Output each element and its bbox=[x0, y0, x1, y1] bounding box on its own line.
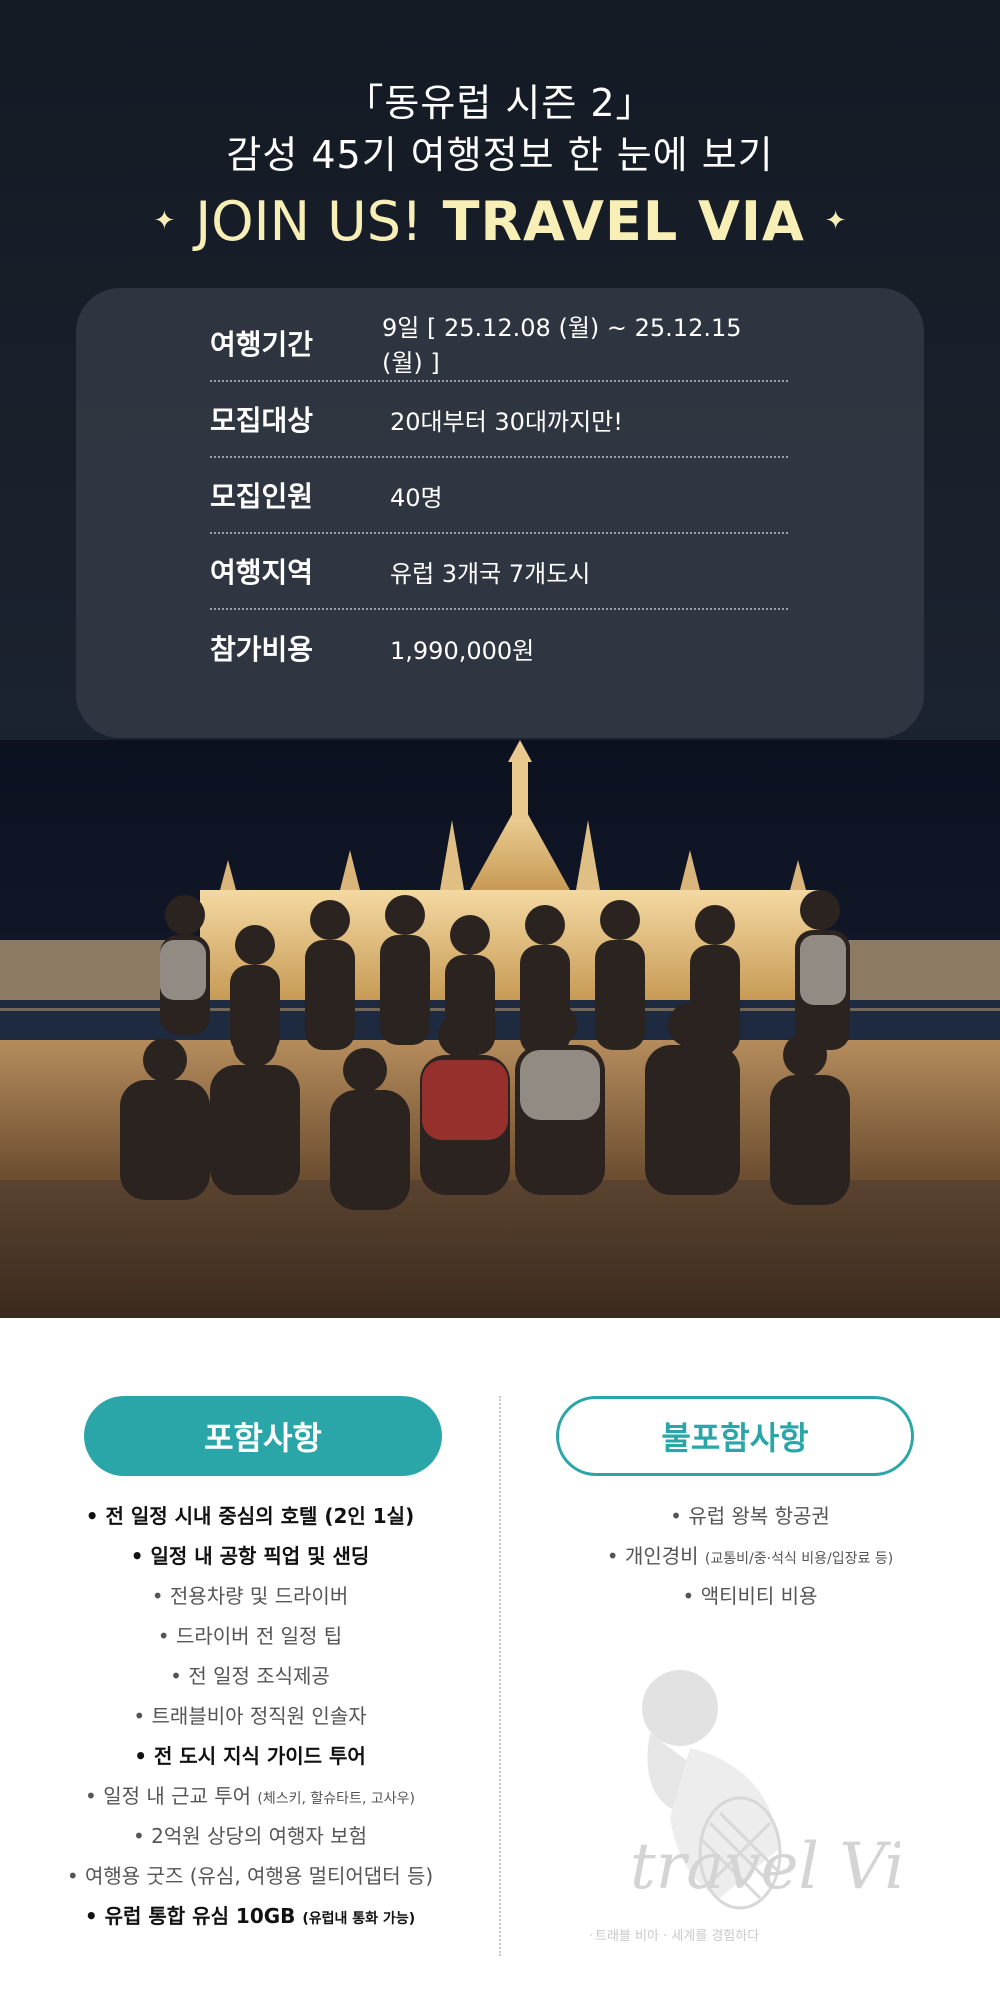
included-item: 여행용 굿즈 (유심, 여행용 멀티어댑터 등) bbox=[0, 1856, 500, 1896]
excluded-item: 유럽 왕복 항공권 bbox=[500, 1496, 1000, 1536]
included-item: 일정 내 근교 투어 (체스키, 할슈타트, 고사우) bbox=[0, 1776, 500, 1816]
info-value: 1,990,000원 bbox=[390, 636, 535, 665]
included-item-text: 전용차량 및 드라이버 bbox=[169, 1584, 349, 1608]
info-value: 20대부터 30대까지만! bbox=[390, 407, 623, 436]
included-item-note: (체스키, 할슈타트, 고사우) bbox=[257, 1791, 415, 1807]
info-label: 모집대상 bbox=[210, 404, 314, 437]
logo-tagline: 트래블 비아 · 세계를 경험하다 bbox=[595, 1929, 759, 1944]
included-item: 트래블비아 정직원 인솔자 bbox=[0, 1696, 500, 1736]
included-item-text: 일정 내 공항 픽업 및 샌딩 bbox=[150, 1544, 370, 1568]
info-label: 여행지역 bbox=[210, 556, 314, 589]
included-item-text: 일정 내 근교 투어 bbox=[103, 1784, 258, 1808]
included-item: 일정 내 공항 픽업 및 샌딩 bbox=[0, 1536, 500, 1576]
season-title: 「동유럽 시즌 2」 bbox=[345, 81, 655, 125]
included-list: 전 일정 시내 중심의 호텔 (2인 1실) 일정 내 공항 픽업 및 샌딩전용차… bbox=[0, 1496, 500, 1936]
join-us-banner: ✦ JOIN US! TRAVEL VIA ✦ bbox=[0, 186, 1000, 256]
included-item: 전 일정 시내 중심의 호텔 (2인 1실) bbox=[0, 1496, 500, 1536]
hero-section: 「동유럽 시즌 2」 감성 45기 여행정보 한 눈에 보기 ✦ JOIN US… bbox=[0, 0, 1000, 1318]
excluded-item-text: 개인경비 bbox=[624, 1544, 705, 1568]
excluded-item: 액티비티 비용 bbox=[500, 1576, 1000, 1616]
info-value: 9일 [ 25.12.08 (월) ~ 25.12.15 (월) ] bbox=[381, 314, 742, 377]
included-item-text: 전 일정 조식제공 bbox=[188, 1664, 330, 1688]
included-item: 유럽 통합 유심 10GB (유럽내 통화 가능) bbox=[0, 1896, 500, 1936]
travel-via-logo: travel Via 트래블 비아 · 세계를 경험하다 bbox=[570, 1648, 943, 1988]
included-heading: 포함사항 bbox=[84, 1396, 442, 1476]
included-item-text: 드라이버 전 일정 팁 bbox=[175, 1624, 343, 1648]
excluded-list: 유럽 왕복 항공권개인경비 (교통비/중·석식 비용/입장료 등) 액티비티 비용 bbox=[500, 1496, 1000, 1616]
included-item: 드라이버 전 일정 팁 bbox=[0, 1616, 500, 1656]
included-item: 전 일정 조식제공 bbox=[0, 1656, 500, 1696]
included-item: 2억원 상당의 여행자 보험 bbox=[0, 1816, 500, 1856]
excluded-item-text: 유럽 왕복 항공권 bbox=[688, 1504, 830, 1528]
included-item: 전 도시 지식 가이드 투어 bbox=[0, 1736, 500, 1776]
info-row-price: 참가비용 1,990,000원 bbox=[210, 610, 788, 686]
excluded-item-text: 액티비티 비용 bbox=[700, 1584, 818, 1608]
included-item: 전용차량 및 드라이버 bbox=[0, 1576, 500, 1616]
join-us-text: JOIN US! bbox=[195, 189, 423, 253]
info-label: 여행기간 bbox=[210, 328, 314, 361]
info-row-target: 모집대상 20대부터 30대까지만! bbox=[210, 382, 788, 458]
excluded-item: 개인경비 (교통비/중·석식 비용/입장료 등) bbox=[500, 1536, 1000, 1576]
included-item-text: 2억원 상당의 여행자 보험 bbox=[151, 1824, 367, 1848]
info-row-region: 여행지역 유럽 3개국 7개도시 bbox=[210, 534, 788, 610]
included-item-note: (유럽내 통화 가능) bbox=[302, 1911, 416, 1927]
brand-name: TRAVEL VIA bbox=[442, 189, 805, 253]
info-label: 참가비용 bbox=[210, 633, 314, 666]
sparkle-icon: ✦ bbox=[153, 206, 176, 236]
included-item-text: 여행용 굿즈 (유심, 여행용 멀티어댑터 등) bbox=[85, 1864, 434, 1888]
excluded-heading: 불포함사항 bbox=[556, 1396, 914, 1476]
inclusions-section: 포함사항 불포함사항 전 일정 시내 중심의 호텔 (2인 1실) 일정 내 공항… bbox=[0, 1318, 1000, 2014]
info-row-period: 여행기간 9일 [ 25.12.08 (월) ~ 25.12.15 (월) ] bbox=[210, 306, 788, 382]
info-value: 유럽 3개국 7개도시 bbox=[390, 559, 591, 588]
excluded-item-note: (교통비/중·석식 비용/입장료 등) bbox=[704, 1551, 894, 1567]
info-row-capacity: 모집인원 40명 bbox=[210, 458, 788, 534]
cohort-subtitle: 감성 45기 여행정보 한 눈에 보기 bbox=[226, 133, 774, 177]
info-value: 40명 bbox=[390, 483, 443, 512]
included-item-text: 전 일정 시내 중심의 호텔 (2인 1실) bbox=[105, 1504, 415, 1528]
sparkle-icon: ✦ bbox=[824, 206, 847, 236]
logo-graphic: travel Via 트래블 비아 · 세계를 경험하다 bbox=[590, 1670, 943, 1944]
logo-wordmark: travel Via bbox=[630, 1830, 900, 1904]
included-item-text: 트래블비아 정직원 인솔자 bbox=[151, 1704, 367, 1728]
trip-info-card: 여행기간 9일 [ 25.12.08 (월) ~ 25.12.15 (월) ] … bbox=[76, 288, 924, 738]
group-photo bbox=[0, 740, 1000, 1318]
included-item-text: 유럽 통합 유심 10GB bbox=[104, 1904, 303, 1928]
included-item-text: 전 도시 지식 가이드 투어 bbox=[153, 1744, 366, 1768]
info-label: 모집인원 bbox=[210, 480, 314, 513]
